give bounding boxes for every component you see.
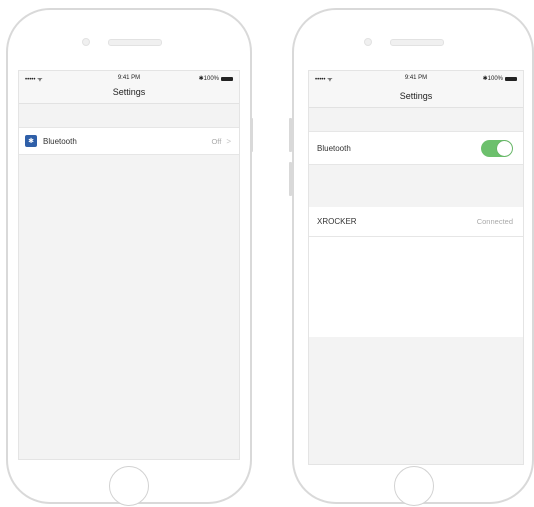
left-screen: ••••• ᯤ 9:41 PM ✱100% Settings ✱ Bluetoo… xyxy=(18,70,240,460)
bluetooth-row: Bluetooth xyxy=(309,131,523,165)
chevron-right-icon: > xyxy=(226,136,231,146)
home-button[interactable] xyxy=(109,466,149,506)
device-status: Connected xyxy=(476,217,513,226)
battery-indicator: ✱100% xyxy=(483,75,517,82)
side-button xyxy=(289,118,292,152)
bluetooth-label: Bluetooth xyxy=(43,136,77,146)
side-button xyxy=(289,162,292,196)
bluetooth-label: Bluetooth xyxy=(317,143,351,153)
battery-indicator: ✱100% xyxy=(199,75,233,82)
bluetooth-icon: ✱ xyxy=(25,135,37,147)
left-phone-frame: ••••• ᯤ 9:41 PM ✱100% Settings ✱ Bluetoo… xyxy=(6,8,252,506)
speaker-grille xyxy=(390,39,444,46)
bluetooth-row[interactable]: ✱ Bluetooth Off > xyxy=(19,127,239,155)
device-row[interactable]: XROCKER Connected xyxy=(309,207,523,237)
front-camera xyxy=(82,38,90,46)
nav-bar: ••••• ᯤ 9:41 PM ✱100% Settings xyxy=(309,71,523,108)
front-camera xyxy=(364,38,372,46)
bluetooth-toggle[interactable] xyxy=(481,139,513,157)
device-list-panel: XROCKER Connected xyxy=(309,207,523,337)
battery-label: ✱100% xyxy=(198,76,219,82)
home-button[interactable] xyxy=(394,466,434,506)
nav-bar: ••••• ᯤ 9:41 PM ✱100% Settings xyxy=(19,71,239,104)
status-bar: ••••• ᯤ 9:41 PM ✱100% xyxy=(19,71,239,85)
page-title: Settings xyxy=(112,87,146,97)
battery-icon xyxy=(221,76,233,81)
right-phone-frame: ••••• ᯤ 9:41 PM ✱100% Settings Bluetooth… xyxy=(292,8,534,506)
page-title: Settings xyxy=(399,91,433,101)
bluetooth-status-value: Off xyxy=(211,136,222,146)
toggle-knob xyxy=(497,140,512,156)
device-name: XROCKER xyxy=(317,217,357,226)
status-bar: ••••• ᯤ 9:41 PM ✱100% xyxy=(309,71,523,85)
speaker-grille xyxy=(108,39,162,46)
battery-label: ✱100% xyxy=(482,76,503,82)
side-button xyxy=(250,118,253,152)
battery-icon xyxy=(505,76,517,81)
right-screen: ••••• ᯤ 9:41 PM ✱100% Settings Bluetooth… xyxy=(308,70,524,465)
